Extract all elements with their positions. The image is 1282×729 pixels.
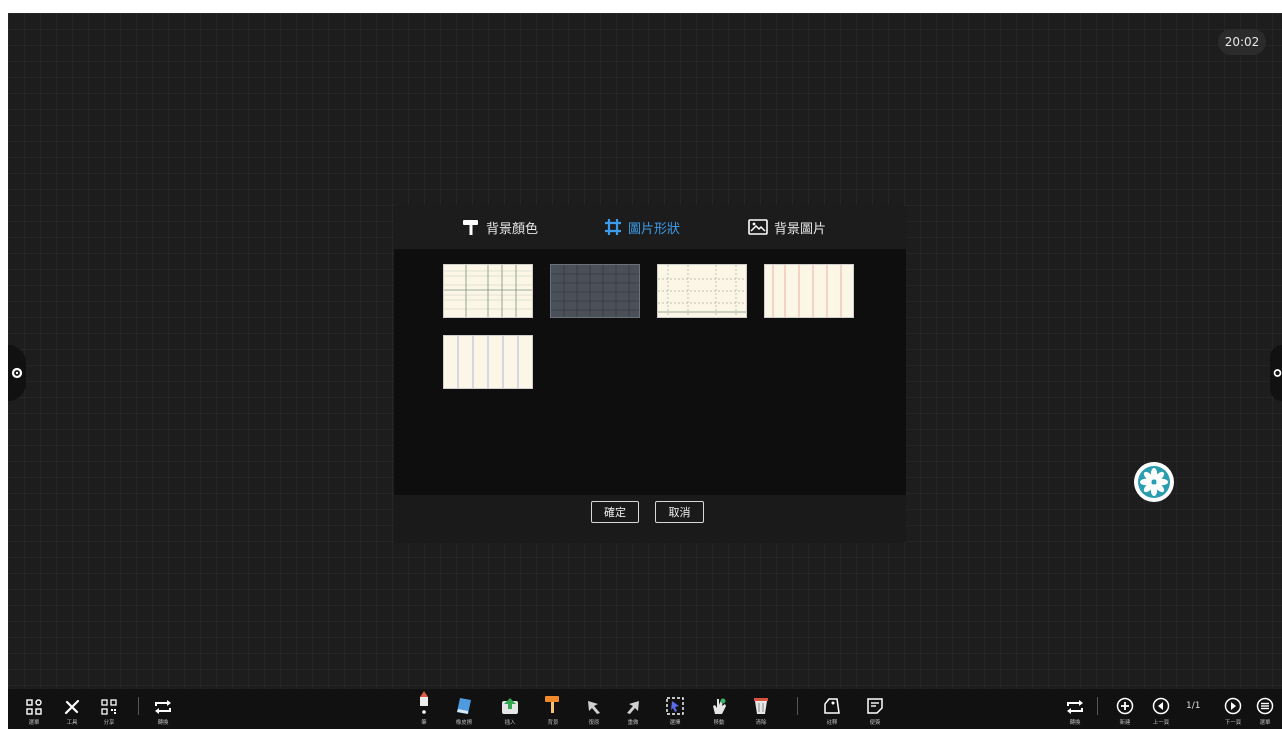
menu-button[interactable]: 選單 xyxy=(19,689,49,729)
switch-icon xyxy=(155,700,171,714)
prev-page-icon xyxy=(1152,697,1170,715)
grid-pattern-graphic xyxy=(551,265,639,317)
tab-background-color[interactable]: 背景顏色 xyxy=(462,205,538,249)
column-pattern-graphic xyxy=(457,336,519,388)
switch-button[interactable]: 轉換 xyxy=(148,689,178,729)
tool-label: 移動 xyxy=(713,719,725,726)
background-button[interactable]: 背景 xyxy=(538,689,568,729)
tool-label: 便簽 xyxy=(869,719,881,726)
tool-label: 插入 xyxy=(504,719,516,726)
toolbar-divider xyxy=(1097,697,1098,715)
pattern-grid xyxy=(394,249,906,495)
annotation-icon xyxy=(824,698,840,714)
sticky-note-button[interactable]: 便簽 xyxy=(860,689,890,729)
clock: 20:02 xyxy=(1218,29,1266,55)
pattern-thumb-square-grid-cream[interactable] xyxy=(443,264,533,318)
insert-button[interactable]: 插入 xyxy=(495,689,525,729)
qr-code-icon xyxy=(101,699,117,715)
tool-label: 筆 xyxy=(421,719,427,726)
sticky-note-icon xyxy=(867,698,883,714)
page-menu-button[interactable]: 選單 xyxy=(1250,689,1280,729)
clear-trash-icon xyxy=(754,698,768,714)
eraser-icon xyxy=(457,698,471,714)
column-pattern-graphic xyxy=(772,265,842,317)
select-icon xyxy=(666,697,684,715)
pattern-thumb-dashed-grid-cream[interactable] xyxy=(657,264,747,318)
clear-button[interactable]: 清除 xyxy=(746,689,776,729)
next-page-button[interactable]: 下一頁 xyxy=(1218,689,1248,729)
move-hand-icon xyxy=(713,698,726,714)
tab-label: 背景圖片 xyxy=(774,221,827,237)
cancel-button[interactable]: 取消 xyxy=(655,501,704,523)
new-page-icon xyxy=(1116,697,1134,715)
move-button[interactable]: 移動 xyxy=(704,689,734,729)
tool-label: 橡皮擦 xyxy=(455,719,473,726)
pattern-thumb-blue-columns-cream[interactable] xyxy=(443,335,533,389)
tab-image-shape[interactable]: 圖片形狀 xyxy=(604,205,680,249)
background-settings-dialog: 背景顏色 圖片形狀 背景圖片 確定 取消 xyxy=(394,205,906,543)
next-page-icon xyxy=(1224,697,1242,715)
undo-button[interactable]: 復原 xyxy=(579,689,609,729)
dialog-footer: 確定 取消 xyxy=(394,495,906,543)
tool-label: 註釋 xyxy=(826,719,838,726)
toolbar-divider xyxy=(797,697,798,715)
grid-pattern-graphic xyxy=(658,265,746,317)
grid-crop-icon xyxy=(605,219,621,235)
floating-assistant-button[interactable] xyxy=(1134,462,1174,502)
toolbar-divider xyxy=(138,697,139,715)
tab-label: 圖片形狀 xyxy=(628,221,681,237)
tool-label: 重做 xyxy=(627,719,639,726)
confirm-button[interactable]: 確定 xyxy=(591,501,639,523)
tool-label: 分享 xyxy=(103,719,115,726)
tool-label: 復原 xyxy=(588,719,600,726)
pattern-thumb-red-columns-cream[interactable] xyxy=(764,264,854,318)
prev-page-button[interactable]: 上一頁 xyxy=(1146,689,1176,729)
grid-pattern-graphic xyxy=(444,265,532,317)
annotation-button[interactable]: 註釋 xyxy=(817,689,847,729)
page-counter: 1/1 xyxy=(1186,701,1201,711)
tool-label: 背景 xyxy=(547,719,559,726)
menu-icon xyxy=(1256,697,1274,715)
flower-icon xyxy=(1138,466,1170,498)
redo-button[interactable]: 重做 xyxy=(618,689,648,729)
tool-label: 選單 xyxy=(28,719,40,726)
insert-icon xyxy=(502,698,518,714)
tools-icon xyxy=(64,699,80,715)
tab-background-image[interactable]: 背景圖片 xyxy=(748,205,826,249)
pen-icon xyxy=(420,691,428,714)
image-icon xyxy=(748,219,768,235)
paint-roller-icon xyxy=(463,220,478,235)
gear-icon xyxy=(11,367,23,379)
tab-label: 背景顏色 xyxy=(486,221,539,237)
tool-label: 下一頁 xyxy=(1224,719,1242,726)
select-button[interactable]: 選擇 xyxy=(660,689,690,729)
tool-label: 工具 xyxy=(66,719,78,726)
tool-label: 上一頁 xyxy=(1152,719,1170,726)
switch-icon xyxy=(1067,700,1083,714)
pattern-thumb-square-grid-slate[interactable] xyxy=(550,264,640,318)
tool-label: 清除 xyxy=(755,719,767,726)
gear-icon xyxy=(1273,369,1282,377)
tool-label: 新建 xyxy=(1119,719,1131,726)
new-page-button[interactable]: 新建 xyxy=(1110,689,1140,729)
tool-label: 選單 xyxy=(1259,719,1271,726)
dialog-tab-bar: 背景顏色 圖片形狀 背景圖片 xyxy=(394,205,906,249)
switch-button-right[interactable]: 轉換 xyxy=(1060,689,1090,729)
tool-label: 選擇 xyxy=(669,719,681,726)
tool-label: 轉換 xyxy=(157,719,169,726)
bottom-toolbar: 選單 工具 分享 轉換 筆 橡皮擦 插入 背景 復原 重做 選擇 移動 清除 註… xyxy=(8,689,1282,729)
apps-icon xyxy=(26,699,42,715)
pen-button[interactable]: 筆 xyxy=(409,689,439,729)
tool-label: 轉換 xyxy=(1069,719,1081,726)
background-roller-icon xyxy=(545,696,559,713)
eraser-button[interactable]: 橡皮擦 xyxy=(449,689,479,729)
redo-icon xyxy=(627,701,639,714)
share-button[interactable]: 分享 xyxy=(94,689,124,729)
right-settings-handle[interactable] xyxy=(1270,345,1282,401)
undo-icon xyxy=(588,701,600,714)
tools-button[interactable]: 工具 xyxy=(57,689,87,729)
